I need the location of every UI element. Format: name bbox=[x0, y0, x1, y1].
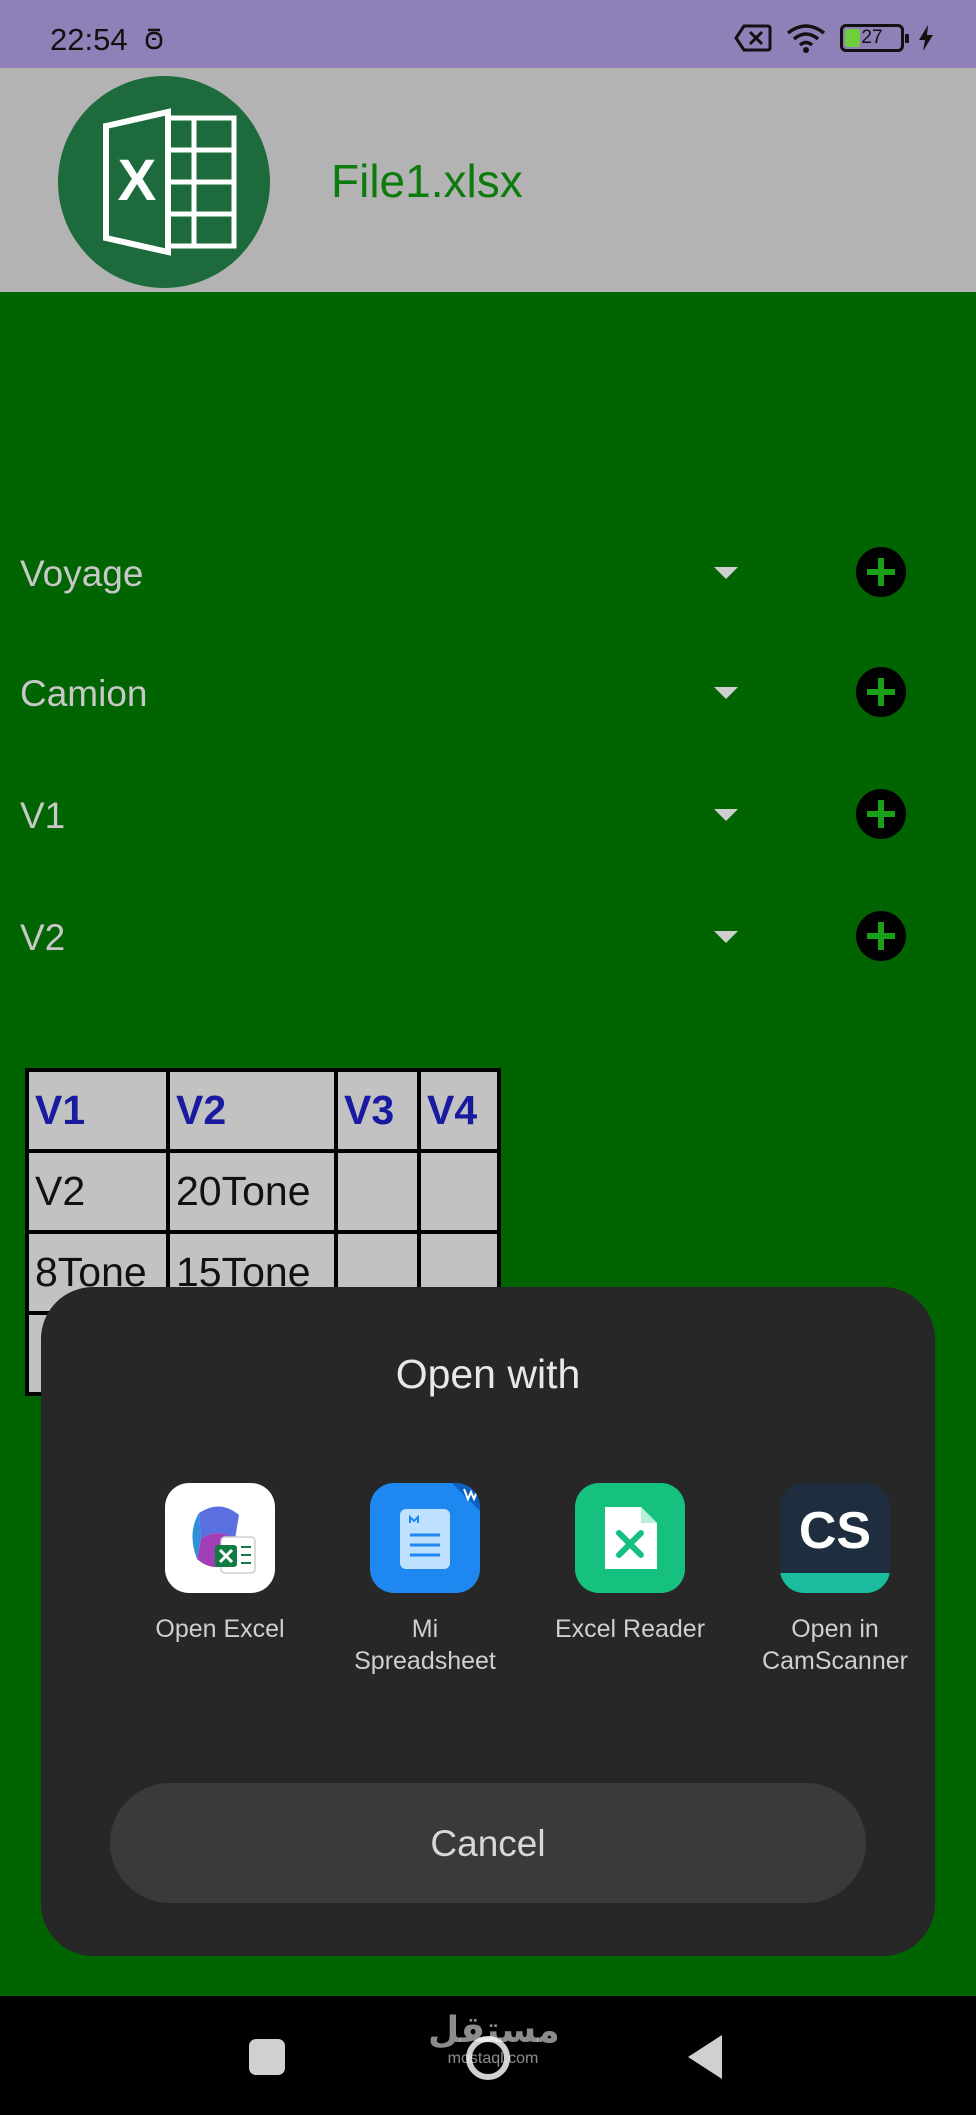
dropdown-arrow-icon[interactable] bbox=[714, 809, 738, 821]
add-v2-button[interactable] bbox=[856, 911, 906, 961]
app-option-camscanner[interactable]: CS Open in CamScanner bbox=[735, 1483, 935, 1683]
dropdown-arrow-icon[interactable] bbox=[714, 567, 738, 579]
dropdown-arrow-icon[interactable] bbox=[714, 687, 738, 699]
open-with-dialog: Open with Open Excel Mi Spreadsheet Exce… bbox=[41, 1287, 935, 1956]
alarm-icon bbox=[145, 28, 163, 50]
app-option-mi-spreadsheet[interactable]: Mi Spreadsheet bbox=[325, 1483, 525, 1683]
status-time: 22:54 bbox=[50, 22, 128, 57]
watermark-main: مستقل bbox=[428, 2009, 560, 2050]
battery-nub bbox=[905, 34, 909, 43]
table-cell: 20Tone bbox=[166, 1149, 338, 1234]
dropdown-v1[interactable]: V1 bbox=[0, 775, 976, 855]
mi-spreadsheet-icon bbox=[370, 1483, 480, 1593]
table-row: V2 20Tone bbox=[25, 1149, 501, 1234]
dialog-title: Open with bbox=[395, 1351, 581, 1397]
excel-logo-icon: X bbox=[58, 76, 270, 288]
app-option-excel-reader[interactable]: Excel Reader bbox=[530, 1483, 730, 1683]
battery-level: 27 bbox=[861, 27, 883, 48]
charging-icon bbox=[919, 25, 933, 51]
navigation-bar: مستقل mostaql.com bbox=[0, 1996, 976, 2115]
no-sim-icon bbox=[734, 24, 772, 52]
app-label: Open Excel bbox=[155, 1615, 285, 1643]
table-header-row: V1 V2 V3 V4 bbox=[25, 1068, 501, 1153]
dropdown-v2[interactable]: V2 bbox=[0, 897, 976, 977]
recents-icon[interactable] bbox=[249, 2039, 285, 2075]
watermark-sub: mostaql.com bbox=[447, 2050, 539, 2067]
app-label: Mi Spreadsheet bbox=[354, 1615, 496, 1675]
table-cell bbox=[417, 1149, 501, 1234]
table-header-cell: V1 bbox=[25, 1068, 170, 1153]
dropdown-voyage[interactable]: Voyage bbox=[0, 533, 976, 613]
file-title: File1.xlsx bbox=[331, 155, 523, 207]
cancel-button-label: Cancel bbox=[430, 1823, 546, 1864]
cancel-button[interactable]: Cancel bbox=[110, 1783, 866, 1903]
table-header-cell: V4 bbox=[417, 1068, 501, 1153]
excel-reader-icon bbox=[575, 1483, 685, 1593]
status-bar: 22:54 27 bbox=[0, 0, 976, 68]
watermark: مستقل mostaql.com bbox=[428, 2009, 560, 2068]
add-v1-button[interactable] bbox=[856, 789, 906, 839]
app-label: Open in CamScanner bbox=[762, 1615, 908, 1675]
battery-icon: 27 bbox=[840, 24, 909, 52]
table-cell bbox=[334, 1149, 421, 1234]
dropdown-label: Camion bbox=[20, 673, 148, 714]
table-header-cell: V3 bbox=[334, 1068, 421, 1153]
camscanner-icon-text: CS bbox=[799, 1502, 871, 1560]
dropdown-label: V2 bbox=[20, 917, 66, 958]
add-camion-button[interactable] bbox=[856, 667, 906, 717]
back-icon[interactable] bbox=[688, 2035, 722, 2079]
table-header-cell: V2 bbox=[166, 1068, 338, 1153]
table-cell: V2 bbox=[25, 1149, 170, 1234]
camscanner-icon: CS bbox=[780, 1483, 890, 1593]
microsoft-365-icon bbox=[165, 1483, 275, 1593]
wifi-icon bbox=[786, 24, 826, 53]
app-option-open-excel[interactable]: Open Excel bbox=[120, 1483, 320, 1683]
dropdown-camion[interactable]: Camion bbox=[0, 653, 976, 733]
dropdown-arrow-icon[interactable] bbox=[714, 931, 738, 943]
app-label: Excel Reader bbox=[554, 1615, 706, 1643]
dropdown-label: V1 bbox=[20, 795, 66, 836]
excel-logo-letter: X bbox=[118, 148, 157, 213]
dropdown-label: Voyage bbox=[20, 553, 144, 594]
add-voyage-button[interactable] bbox=[856, 547, 906, 597]
file-header: X File1.xlsx bbox=[0, 68, 976, 292]
status-icons: 27 bbox=[734, 24, 934, 53]
